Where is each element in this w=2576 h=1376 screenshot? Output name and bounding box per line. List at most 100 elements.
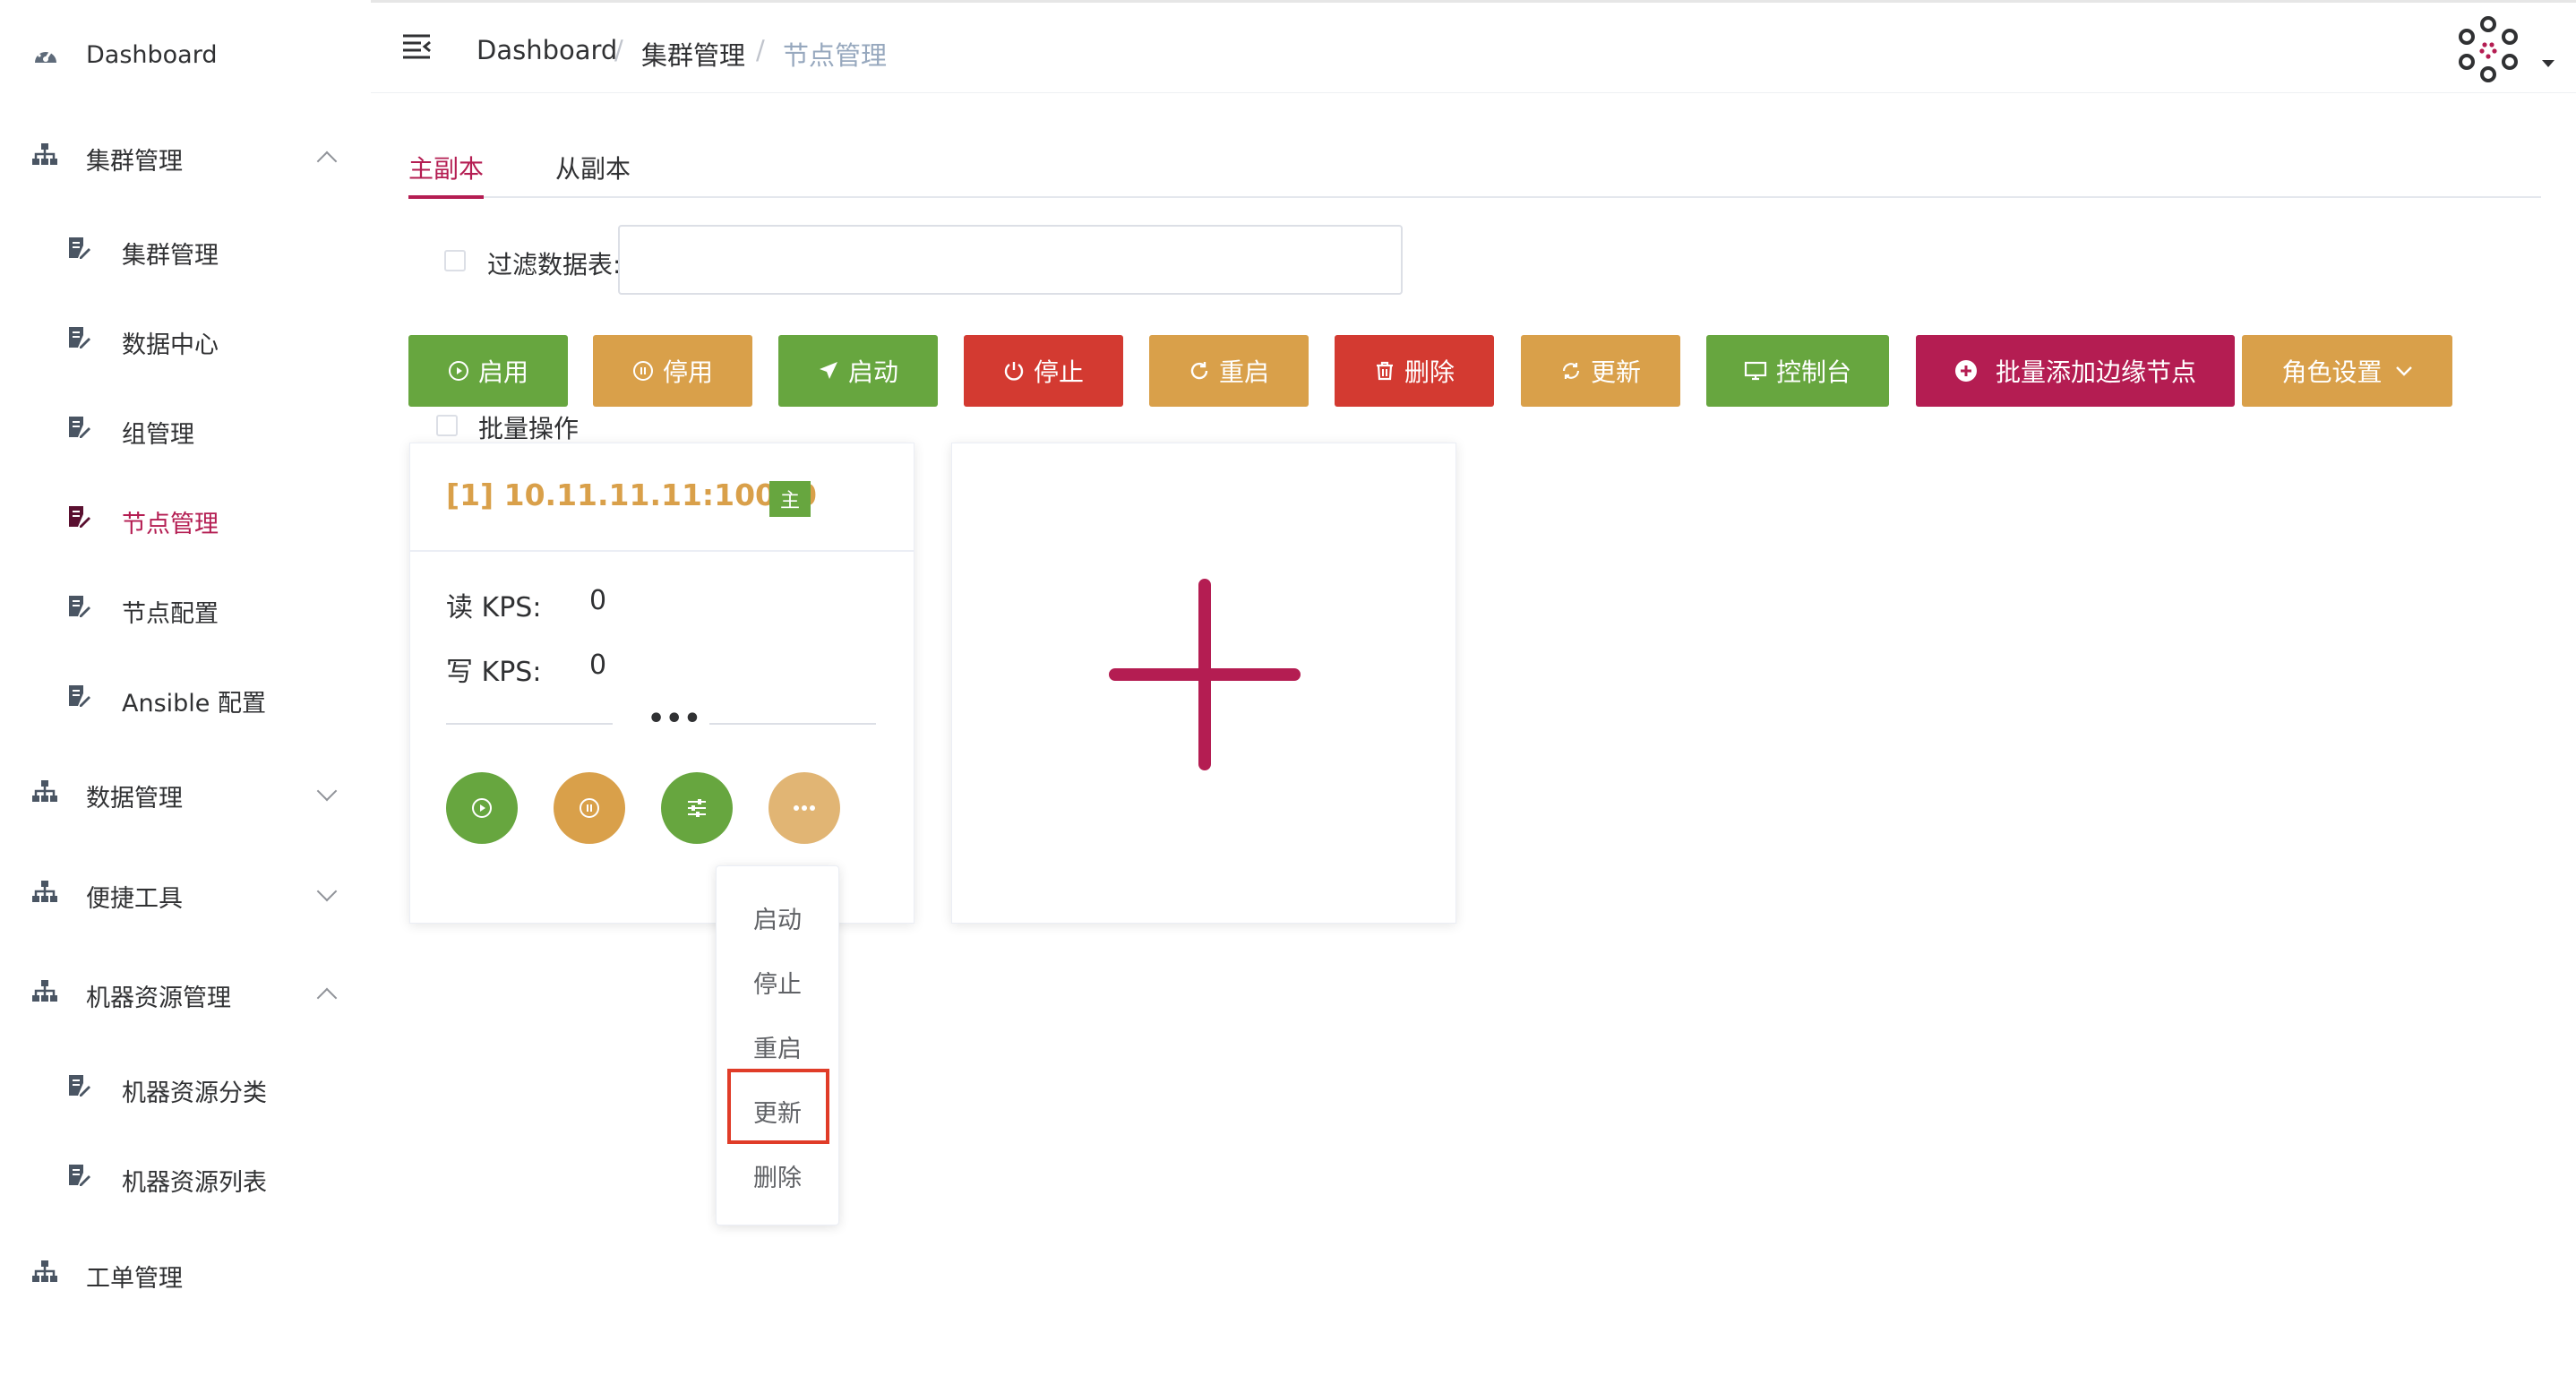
dropdown-item-start[interactable]: 启动	[717, 900, 838, 935]
node-disable-button[interactable]	[554, 772, 625, 844]
edit-doc-icon	[66, 415, 91, 446]
console-button[interactable]: 控制台	[1706, 335, 1889, 407]
stop-button[interactable]: 停止	[964, 335, 1123, 407]
more-details-toggle[interactable]: •••	[648, 703, 702, 735]
breadcrumb-current: 节点管理	[783, 40, 888, 71]
button-label: 控制台	[1775, 358, 1851, 386]
tabs-divider	[408, 196, 2541, 198]
dropdown-item-restart[interactable]: 重启	[717, 1029, 838, 1064]
add-node-card[interactable]	[951, 443, 1456, 924]
read-kps-label: 读 KPS:	[446, 592, 542, 624]
button-label: 批量添加边缘节点	[1995, 358, 2196, 386]
sidebar-item-ansible-config[interactable]: Ansible 配置	[0, 676, 371, 721]
sidebar-group-machine[interactable]: 机器资源管理	[0, 971, 371, 1016]
filter-label: 过滤数据表:	[487, 250, 622, 280]
write-kps-value: 0	[589, 649, 607, 681]
node-more-button[interactable]	[769, 772, 840, 844]
tab-secondary-replica[interactable]: 从副本	[555, 150, 631, 185]
edit-doc-icon	[66, 325, 91, 357]
sidebar-item-label: 集群管理	[122, 242, 219, 270]
sitemap-icon	[30, 978, 59, 1010]
filter-checkbox[interactable]	[444, 250, 466, 271]
node-settings-button[interactable]	[661, 772, 733, 844]
sidebar-item-label: 数据管理	[86, 785, 183, 813]
edit-doc-icon	[66, 1073, 91, 1105]
monitor-icon	[1744, 361, 1767, 381]
node-card: [1] 10.11.11.11:10030 主 读 KPS: 0 写 KPS: …	[409, 443, 914, 924]
node-enable-button[interactable]	[446, 772, 518, 844]
sidebar-group-data[interactable]: 数据管理	[0, 771, 371, 816]
header: Dashboard / 集群管理 / 节点管理	[371, 3, 2576, 93]
sidebar-group-ticket[interactable]: 工单管理	[0, 1251, 371, 1296]
tab-primary-replica[interactable]: 主副本	[408, 150, 484, 185]
breadcrumb-separator: /	[614, 35, 623, 65]
sliders-icon	[688, 799, 706, 817]
restart-button[interactable]: 重启	[1149, 335, 1309, 407]
update-button[interactable]: 更新	[1521, 335, 1680, 407]
read-kps-value: 0	[589, 585, 607, 616]
sitemap-icon	[30, 1259, 59, 1290]
tab-active-indicator	[408, 195, 484, 199]
menu-toggle-icon[interactable]	[401, 33, 432, 64]
sidebar-item-label: 节点配置	[122, 600, 219, 628]
sidebar-item-dashboard[interactable]: Dashboard	[0, 34, 371, 79]
filter-table-input[interactable]	[618, 225, 1403, 295]
plus-circle-icon	[1954, 360, 1977, 382]
sidebar-item-datacenter[interactable]: 数据中心	[0, 318, 371, 363]
edit-doc-icon	[66, 236, 91, 267]
plus-icon	[1109, 579, 1301, 770]
chevron-down-icon	[2395, 366, 2412, 376]
role-settings-dropdown[interactable]: 角色设置	[2242, 335, 2452, 407]
chevron-down-icon	[316, 881, 338, 902]
breadcrumb-item[interactable]: 集群管理	[641, 35, 745, 73]
button-label: 删除	[1404, 358, 1455, 386]
button-label: 角色设置	[2281, 358, 2383, 386]
button-label: 停止	[1033, 358, 1084, 386]
more-icon	[794, 805, 815, 811]
button-label: 更新	[1590, 358, 1641, 386]
sidebar-item-label: 节点管理	[122, 511, 219, 538]
sidebar-item-node-manage[interactable]: 节点管理	[0, 497, 371, 542]
sidebar-item-label: 工单管理	[86, 1265, 183, 1293]
delete-button[interactable]: 删除	[1335, 335, 1494, 407]
sidebar: Dashboard 集群管理 集群管理 数据中心 组管理 节点管理 节点配置 A…	[0, 0, 371, 1376]
node-more-dropdown: 启动 停止 重启 更新 删除	[716, 865, 839, 1226]
sitemap-icon	[30, 778, 59, 810]
caret-down-icon[interactable]	[2542, 60, 2555, 67]
enable-button[interactable]: 启用	[408, 335, 568, 407]
chevron-down-icon	[316, 780, 338, 802]
sidebar-item-label: Ansible 配置	[122, 690, 266, 718]
sidebar-item-machine-list[interactable]: 机器资源列表	[0, 1156, 371, 1200]
sidebar-item-label: 机器资源管理	[86, 985, 231, 1012]
avatar[interactable]	[2454, 15, 2522, 87]
button-label: 启用	[477, 358, 528, 386]
dashboard-icon	[32, 43, 59, 73]
dropdown-item-delete[interactable]: 删除	[717, 1158, 838, 1193]
pause-circle-icon	[580, 798, 599, 818]
batch-checkbox[interactable]	[436, 415, 458, 436]
sidebar-group-tools[interactable]: 便捷工具	[0, 872, 371, 916]
power-icon	[1004, 362, 1024, 381]
edit-doc-icon	[66, 594, 91, 625]
sidebar-item-label: 集群管理	[86, 148, 183, 176]
batch-label: 批量操作	[478, 414, 580, 443]
send-icon	[819, 362, 837, 379]
breadcrumb-item[interactable]: Dashboard	[477, 35, 617, 65]
sidebar-group-cluster[interactable]: 集群管理	[0, 134, 371, 179]
sidebar-item-machine-category[interactable]: 机器资源分类	[0, 1066, 371, 1111]
sidebar-item-node-config[interactable]: 节点配置	[0, 587, 371, 632]
batch-add-edge-node-button[interactable]: 批量添加边缘节点	[1916, 335, 2235, 407]
sync-icon	[1562, 363, 1580, 379]
disable-button[interactable]: 停用	[593, 335, 752, 407]
pause-circle-icon	[632, 361, 653, 381]
card-divider-right	[709, 723, 876, 725]
sidebar-item-group[interactable]: 组管理	[0, 408, 371, 452]
sidebar-item-cluster-manage[interactable]: 集群管理	[0, 228, 371, 273]
sidebar-item-label: 数据中心	[122, 331, 219, 359]
sidebar-item-label: 机器资源列表	[122, 1169, 267, 1197]
breadcrumb-separator: /	[756, 35, 765, 65]
play-circle-icon	[448, 361, 468, 381]
dropdown-item-stop[interactable]: 停止	[717, 965, 838, 1000]
chevron-up-icon	[316, 987, 338, 1009]
start-button[interactable]: 启动	[778, 335, 938, 407]
